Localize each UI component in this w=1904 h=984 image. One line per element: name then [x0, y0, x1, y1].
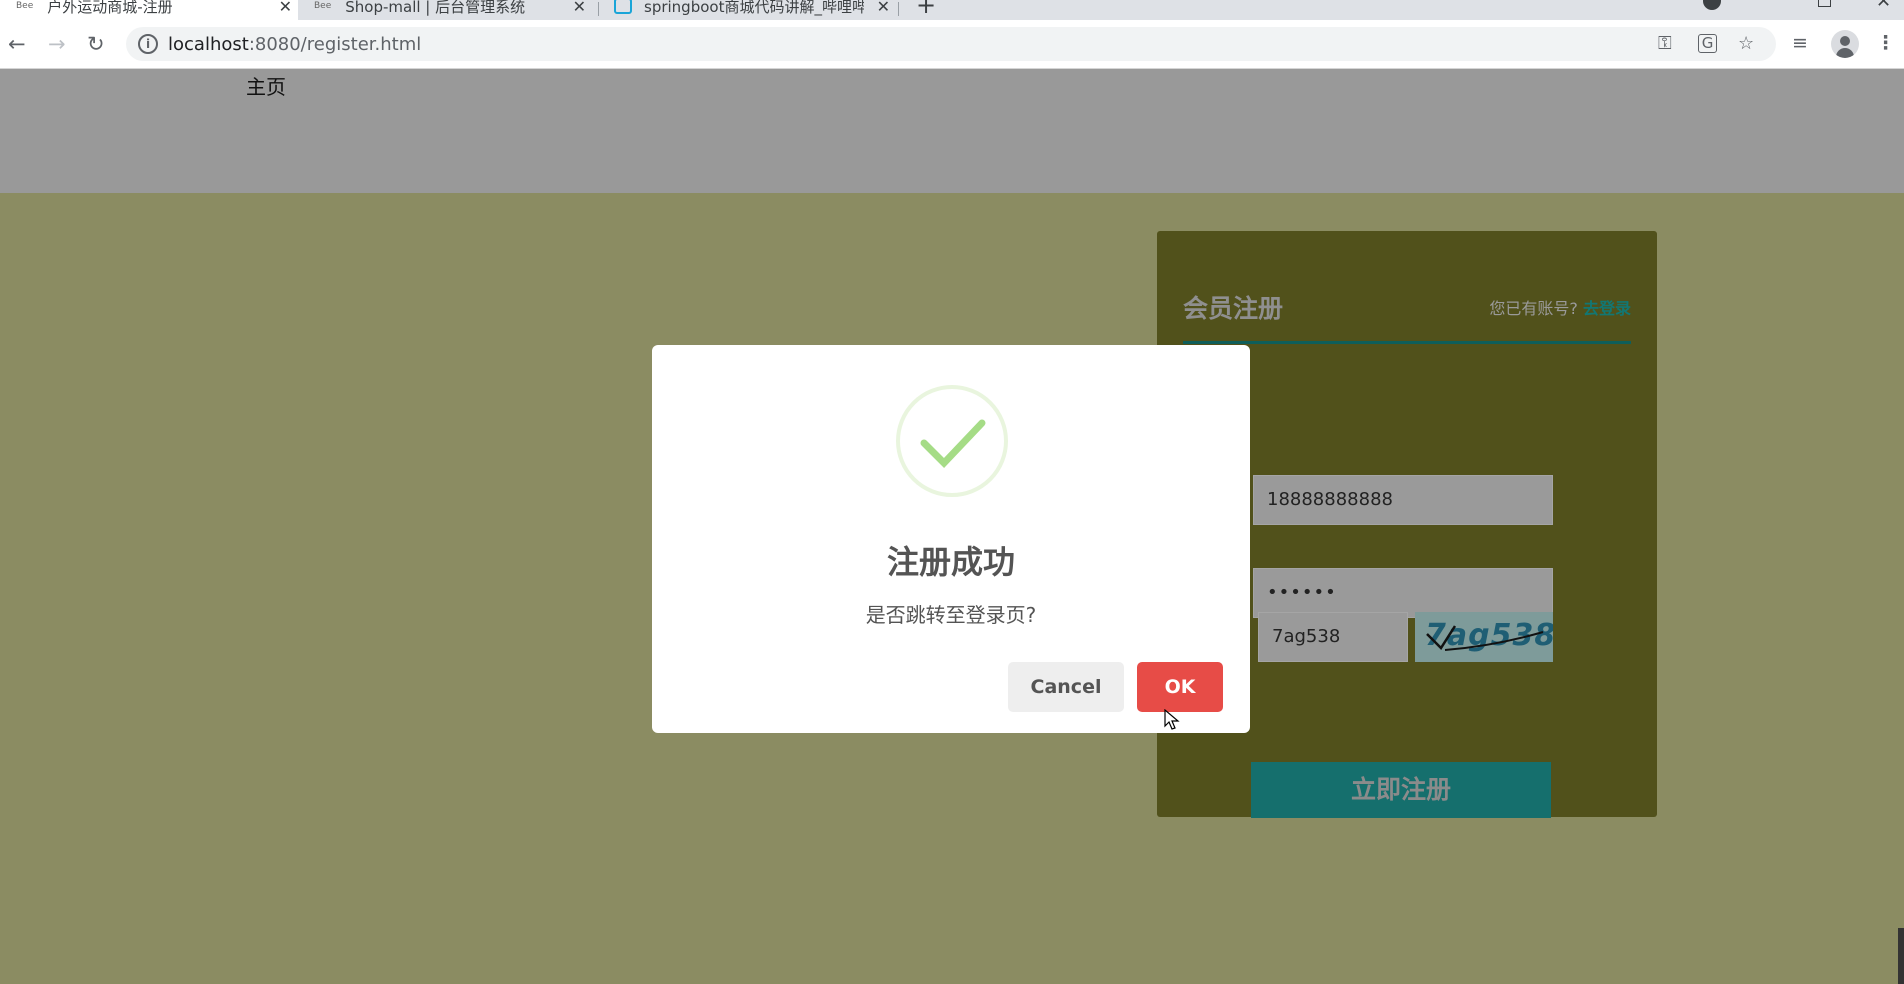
- new-tab-icon[interactable]: +: [916, 0, 936, 19]
- mouse-cursor-icon: [1164, 709, 1180, 730]
- tab-admin[interactable]: Bee Shop-mall | 后台管理系统 ✕: [300, 0, 592, 20]
- check-mark-icon: [920, 419, 986, 469]
- key-icon[interactable]: ⚿: [1658, 33, 1672, 54]
- url-host: localhost: [168, 34, 249, 55]
- more-menu-icon[interactable]: ⋮: [1876, 32, 1895, 54]
- tab-title: springboot商城代码讲解_哔哩哔: [644, 0, 864, 16]
- translate-icon[interactable]: G: [1698, 34, 1717, 53]
- bee-favicon-icon: Bee: [16, 1, 34, 11]
- ok-button[interactable]: OK: [1137, 662, 1223, 712]
- close-window-icon[interactable]: ✕: [1876, 0, 1891, 12]
- bilibili-icon: [614, 0, 632, 14]
- reload-icon[interactable]: ↻: [87, 32, 105, 56]
- bee-favicon-icon: Bee: [314, 1, 332, 11]
- success-check-icon: [896, 385, 1008, 497]
- dialog-title: 注册成功: [886, 543, 1015, 581]
- tab-close-icon[interactable]: ✕: [877, 0, 890, 16]
- restore-window-icon[interactable]: [1818, 0, 1831, 7]
- avatar-head-icon: [1840, 36, 1850, 46]
- site-info-icon[interactable]: i: [138, 34, 158, 54]
- tab-close-icon[interactable]: ✕: [279, 0, 292, 16]
- tab-close-icon[interactable]: ✕: [573, 0, 586, 16]
- bookmark-star-icon[interactable]: ☆: [1738, 33, 1754, 54]
- avatar[interactable]: [1831, 30, 1859, 58]
- tab-separator: [898, 2, 899, 16]
- address-bar[interactable]: i localhost:8080/register.html ⚿ G ☆: [126, 27, 1776, 61]
- browser-tabstrip: Bee 户外运动商城-注册 ✕ Bee Shop-mall | 后台管理系统 ✕…: [0, 0, 1904, 20]
- cancel-button[interactable]: Cancel: [1008, 662, 1124, 712]
- tab-bilibili[interactable]: springboot商城代码讲解_哔哩哔 ✕: [604, 0, 896, 20]
- tab-title: 户外运动商城-注册: [47, 0, 173, 16]
- browser-toolbar: ← → ↻ i localhost:8080/register.html ⚿ G…: [0, 20, 1904, 69]
- tab-separator: [598, 2, 599, 16]
- media-control-icon[interactable]: ≡: [1792, 32, 1808, 54]
- avatar-body-icon: [1836, 48, 1854, 58]
- url-path: :8080/register.html: [248, 34, 422, 55]
- dialog-message: 是否跳转至登录页?: [865, 603, 1037, 627]
- back-arrow-icon[interactable]: ←: [8, 32, 26, 56]
- url-text[interactable]: localhost:8080/register.html: [168, 34, 421, 55]
- forward-arrow-icon[interactable]: →: [48, 32, 66, 56]
- success-dialog: 注册成功 是否跳转至登录页? Cancel OK: [652, 345, 1250, 733]
- tab-register[interactable]: Bee 户外运动商城-注册 ✕: [0, 0, 298, 20]
- profile-badge-icon[interactable]: [1703, 0, 1721, 10]
- tab-title: Shop-mall | 后台管理系统: [345, 0, 526, 16]
- page-scrollbar[interactable]: [1898, 928, 1904, 984]
